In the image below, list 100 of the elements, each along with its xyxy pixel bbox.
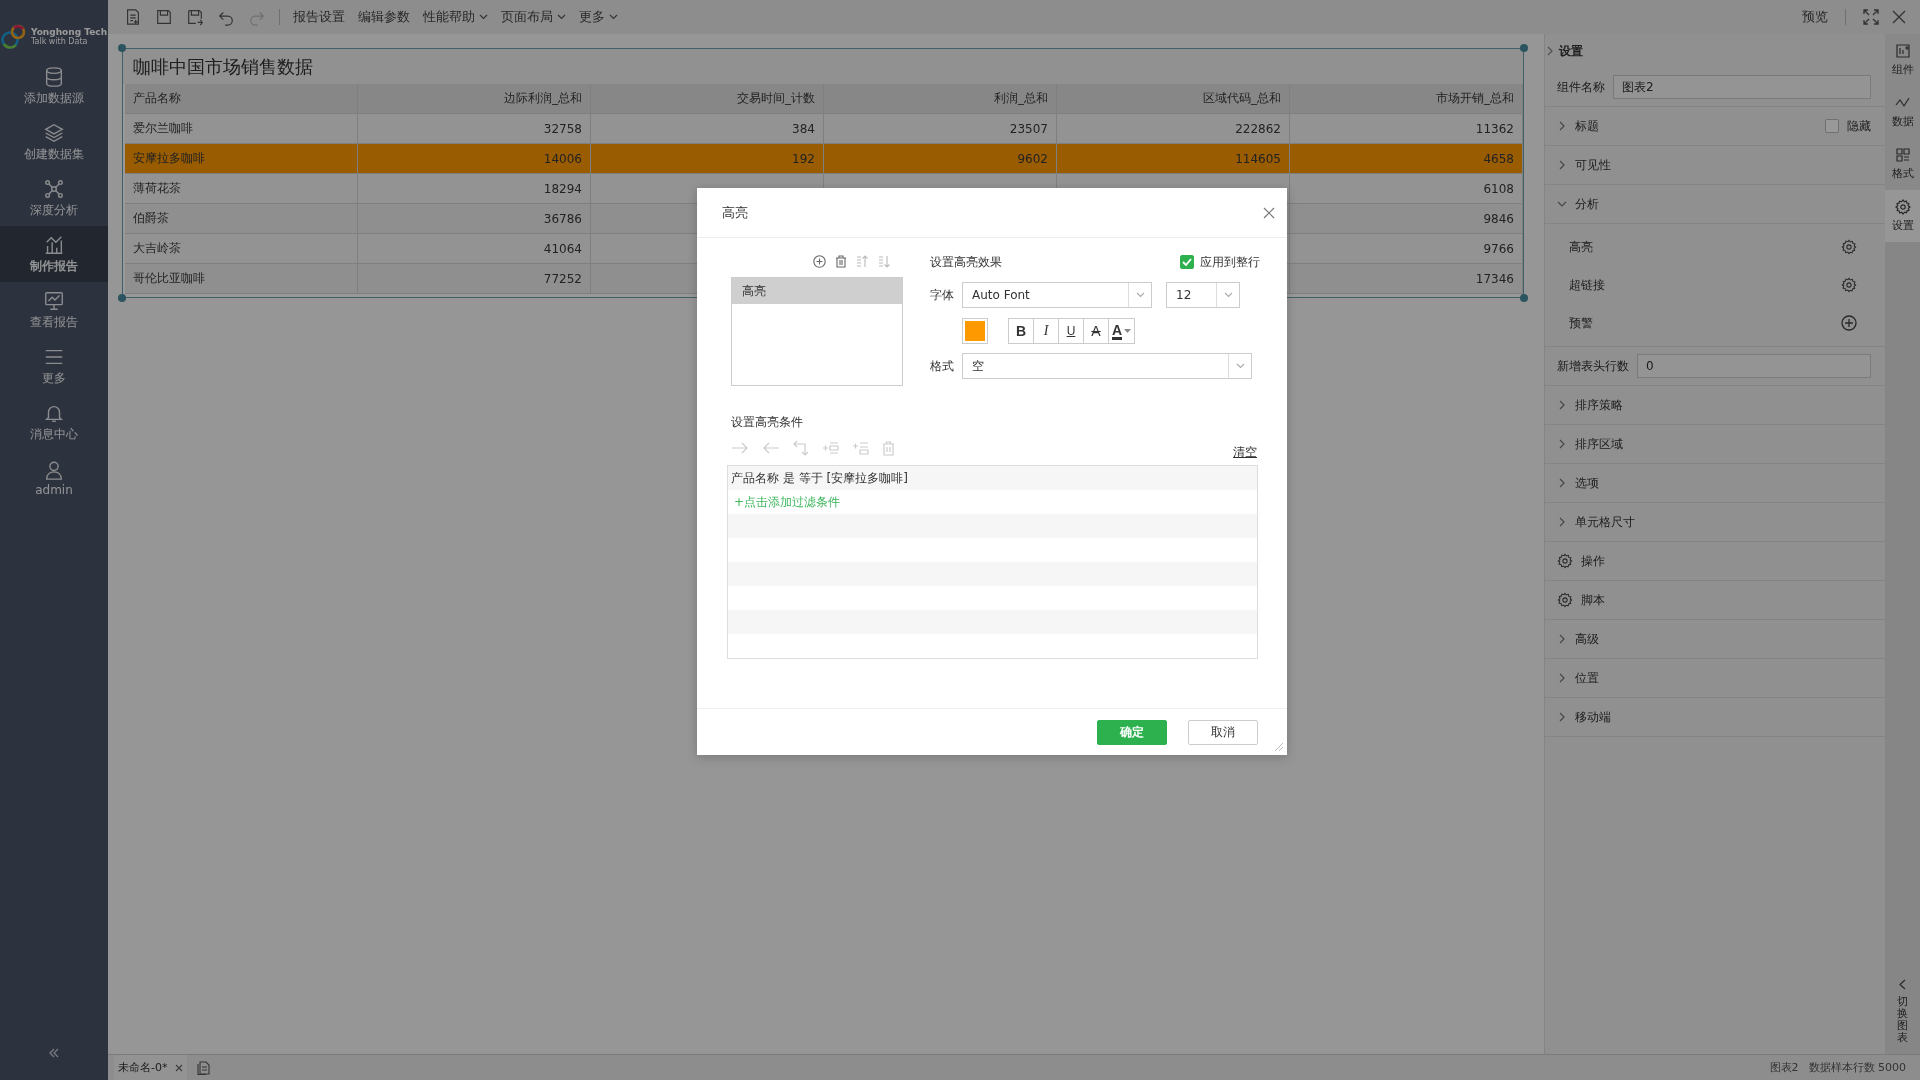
save-icon[interactable] (155, 8, 173, 26)
monitor-icon (43, 289, 65, 312)
chevron-left-icon (1899, 978, 1906, 990)
caret-icon (1135, 292, 1145, 298)
chevron-icon (1557, 478, 1567, 488)
field-label: 格式 (930, 357, 954, 375)
sidebar-item[interactable]: 消息中心 (0, 394, 108, 450)
section-title: 设置高亮条件 (731, 414, 804, 431)
arrow-right-icon[interactable] (731, 442, 749, 454)
bend-arrow-icon[interactable] (793, 440, 809, 456)
chevron-icon (1557, 160, 1567, 170)
close-icon[interactable] (1892, 10, 1906, 24)
sidebar-item[interactable]: 创建数据集 (0, 114, 108, 170)
settings-icon (1894, 199, 1911, 215)
hide-checkbox[interactable] (1825, 119, 1839, 133)
add-icon[interactable] (813, 254, 826, 268)
move-up-icon[interactable] (856, 254, 869, 268)
user-icon (43, 459, 65, 481)
delete-icon[interactable] (835, 254, 847, 268)
name-field[interactable]: 图表2 (1613, 75, 1871, 99)
field-label: 新增表头行数 (1557, 357, 1629, 375)
caret-icon (1235, 363, 1245, 369)
clear-link[interactable]: 清空 (1233, 443, 1257, 461)
toolbar-menu[interactable]: 更多 (579, 8, 618, 26)
analysis-item: 高亮 (1569, 238, 1593, 256)
format-icon (1894, 147, 1911, 163)
chevron-icon (1557, 439, 1567, 449)
toolbar-menu[interactable]: 页面布局 (501, 8, 566, 26)
caret-icon (609, 14, 618, 20)
settings-icon[interactable] (1841, 239, 1857, 255)
settings-icon[interactable] (1841, 277, 1857, 293)
font-select[interactable]: Auto Font (962, 282, 1152, 308)
arrow-left-icon[interactable] (762, 442, 780, 454)
chevron-icon (1557, 121, 1567, 131)
table-cell: 17346 (1290, 264, 1523, 294)
fullscreen-icon[interactable] (1863, 9, 1879, 25)
toolbar-menu[interactable]: 编辑参数 (358, 8, 410, 26)
status-text: 数据样本行数 5000 (1808, 1060, 1906, 1075)
document-icon[interactable] (197, 1060, 211, 1075)
rule-item[interactable]: 高亮 (732, 278, 902, 304)
side-tab[interactable]: 设置 (1885, 190, 1920, 242)
analysis-item: 超链接 (1569, 276, 1605, 294)
section-header[interactable]: 脚本 (1545, 581, 1885, 620)
sidebar-item[interactable]: 更多 (0, 338, 108, 394)
new-icon[interactable] (124, 8, 142, 26)
chevron-icon (1557, 400, 1567, 410)
resize-handle[interactable] (1520, 294, 1528, 302)
checkbox-label: 应用到整行 (1200, 253, 1260, 271)
add-condition-link[interactable]: +点击添加过滤条件 (728, 490, 1257, 514)
move-down-icon[interactable] (878, 254, 891, 268)
dialog-title: 高亮 (722, 203, 748, 222)
sidebar-item[interactable]: 添加数据源 (0, 58, 108, 114)
resize-handle[interactable] (1520, 44, 1528, 52)
settings-icon (1557, 592, 1573, 608)
caret-icon (479, 14, 488, 20)
field-label: 组件名称 (1557, 78, 1605, 96)
format-select[interactable]: 空 (962, 353, 1252, 379)
database-icon (43, 65, 65, 88)
cancel-button[interactable]: 取消 (1188, 719, 1258, 745)
chevron-icon (1557, 712, 1567, 722)
chevron-icon (1557, 199, 1567, 209)
color-picker[interactable] (962, 318, 988, 344)
logo-tagline: Talk with Data (30, 38, 89, 46)
ok-button[interactable]: 确定 (1097, 719, 1167, 745)
section-header[interactable]: 操作 (1545, 542, 1885, 581)
toolbar-menu[interactable]: 报告设置 (293, 8, 345, 26)
resize-handle[interactable] (118, 44, 126, 52)
size-select[interactable]: 12 (1166, 282, 1240, 308)
chevron-icon (1557, 634, 1567, 644)
document-tab[interactable]: 未命名-0* (114, 1055, 188, 1080)
header-rows-field[interactable]: 0 (1637, 354, 1871, 378)
collapse-icon[interactable] (48, 1048, 60, 1058)
close-icon[interactable] (175, 1063, 184, 1072)
switch-chart-tab[interactable]: 切换图表 (1897, 978, 1908, 1054)
caret-icon (1124, 329, 1132, 333)
section-header[interactable]: 标题 隐藏 (1545, 107, 1885, 146)
apply-row-checkbox[interactable] (1180, 255, 1194, 269)
toolbar-menu[interactable]: 性能帮助 (423, 8, 488, 26)
resize-handle[interactable] (118, 294, 126, 302)
layers-icon (43, 121, 65, 144)
caret-icon (557, 14, 566, 20)
close-icon[interactable] (1263, 206, 1275, 219)
condition-row[interactable]: 产品名称 是 等于 [安摩拉多咖啡] (728, 466, 1257, 490)
add-icon[interactable] (1841, 315, 1857, 331)
chevron-right-icon[interactable] (1547, 46, 1553, 56)
logo-name: Yonghong Tech (30, 28, 108, 37)
network-icon (43, 177, 65, 200)
sidebar-item[interactable]: 深度分析 (0, 170, 108, 226)
preview-button[interactable]: 预览 (1802, 8, 1828, 26)
resize-grip-icon[interactable] (1274, 742, 1284, 752)
analysis-item: 预警 (1569, 314, 1593, 332)
sidebar-item[interactable]: 查看报告 (0, 282, 108, 338)
sidebar-item[interactable]: 制作报告 (0, 226, 108, 282)
table-cell: 77252 (358, 264, 591, 294)
save-as-icon[interactable] (186, 8, 204, 26)
chevron-icon (1557, 517, 1567, 527)
checkbox-label: 隐藏 (1847, 117, 1871, 135)
settings-icon (1557, 553, 1573, 569)
component-icon (1894, 43, 1911, 59)
sidebar-item[interactable]: admin (0, 450, 108, 506)
